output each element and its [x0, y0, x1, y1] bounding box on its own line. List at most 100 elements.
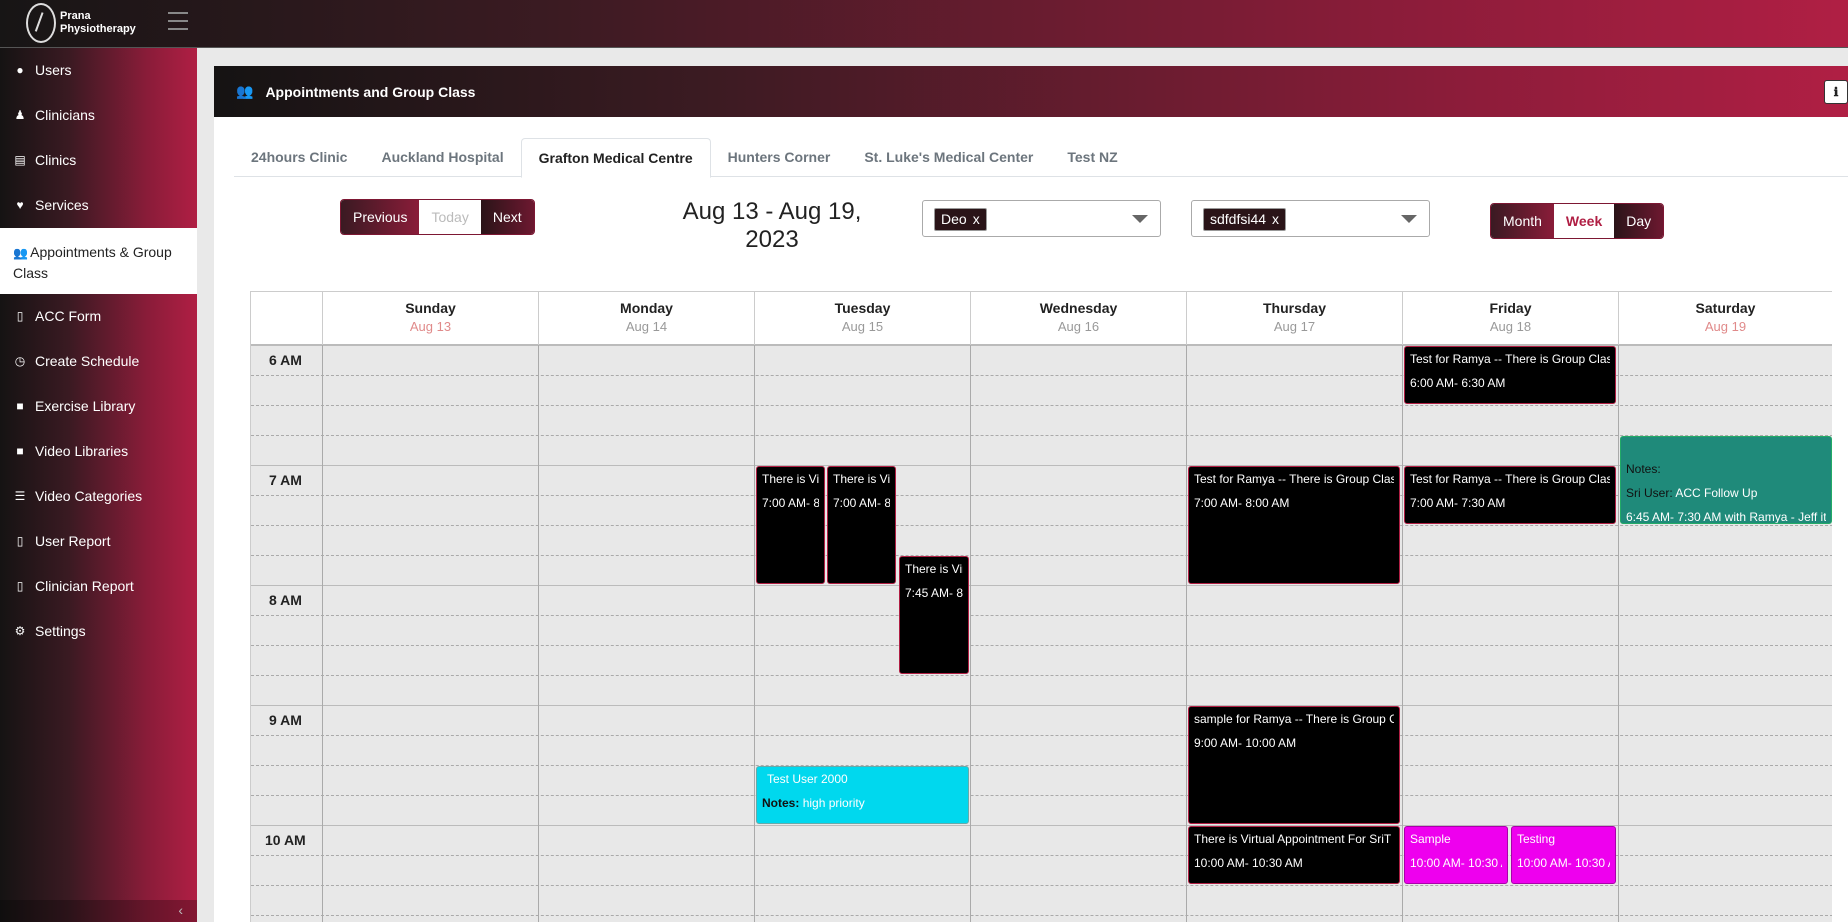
video-icon: ■	[16, 399, 24, 413]
brand-logo[interactable]: Prana Physiotherapy	[26, 3, 136, 43]
event-notes-line: Notes: high priority	[762, 796, 963, 810]
event-time: 7:00 AM- 8:00 AM	[1194, 496, 1290, 510]
time-grid[interactable]: 6 AM 7 AM 8 AM 9 AM 10 AM Test for Ramya…	[251, 345, 1832, 922]
heart-icon: ♥	[16, 198, 24, 212]
event-time: 7:00 AM- 8:0	[762, 496, 819, 510]
clinician-select[interactable]: Deo x	[922, 200, 1161, 237]
sidebar-item-appointments[interactable]: 👥 Appointments & Group Class	[0, 228, 197, 294]
day-header-monday: Monday Aug 14	[538, 292, 754, 345]
users-icon: 👥	[236, 83, 254, 99]
selected-chip: Deo x	[934, 208, 987, 231]
event-block[interactable]: There is Virt 7:00 AM- 8:0	[756, 466, 825, 584]
event-block[interactable]: There is Virt 7:45 AM- 8:4	[899, 556, 969, 674]
gear-icon: ⚙	[14, 624, 26, 638]
sidebar-item-label: Video Libraries	[35, 443, 129, 459]
event-title: Test User 2000	[767, 772, 848, 786]
event-title: Test for Ramya -- There is Group Class P	[1410, 472, 1610, 486]
view-week-button[interactable]: Week	[1553, 204, 1615, 238]
event-title: There is Virt	[833, 472, 890, 486]
tab-test-nz[interactable]: Test NZ	[1050, 138, 1134, 177]
event-title: There is Virt	[905, 562, 963, 576]
sidebar-collapse[interactable]: ‹	[0, 900, 197, 922]
chevron-down-icon[interactable]	[1132, 215, 1148, 223]
day-name: Monday	[620, 300, 673, 316]
previous-button[interactable]: Previous	[341, 200, 420, 234]
day-name: Saturday	[1695, 300, 1756, 316]
chip-label: Deo	[941, 211, 967, 227]
day-name: Tuesday	[834, 300, 891, 316]
event-time: 6:45 AM- 7:30 AM with Ramya - Jeff it	[1626, 510, 1826, 524]
sidebar-item-exercise-library[interactable]: ■ Exercise Library	[0, 384, 197, 429]
event-time: 7:00 AM- 7:30 AM	[1410, 496, 1506, 510]
nav-button-group: Previous Today Next	[340, 199, 535, 235]
service-select[interactable]: sdfdfsi44 x	[1191, 200, 1430, 237]
event-notes: high priority	[802, 796, 865, 810]
sidebar-item-video-libraries[interactable]: ■ Video Libraries	[0, 429, 197, 474]
event-block[interactable]: There is Virt 7:00 AM- 8:0	[827, 466, 896, 584]
event-block[interactable]: Notes: Sri User: ACC Follow Up 6:45 AM- …	[1620, 436, 1832, 524]
event-block[interactable]: Test for Ramya -- There is Group Class P…	[1404, 346, 1616, 404]
tab-auckland-hospital[interactable]: Auckland Hospital	[364, 138, 520, 177]
sidebar-item-label: ACC Form	[35, 308, 102, 324]
sidebar-item-users[interactable]: ● Users	[0, 48, 197, 93]
day-name: Friday	[1489, 300, 1532, 316]
selected-chip: sdfdfsi44 x	[1203, 208, 1287, 231]
event-time: 10:00 AM- 10:30 AM	[1410, 856, 1502, 870]
view-month-button[interactable]: Month	[1491, 204, 1554, 238]
brand-line-1: Prana	[60, 10, 91, 22]
event-block[interactable]: Test for Ramya -- There is Group Class P…	[1404, 466, 1616, 524]
grid-line	[251, 675, 1832, 676]
tab-24hours-clinic[interactable]: 24hours Clinic	[234, 138, 364, 177]
grid-column	[1186, 345, 1187, 922]
sidebar-item-settings[interactable]: ⚙ Settings	[0, 609, 197, 654]
tab-st-lukes[interactable]: St. Luke's Medical Center	[847, 138, 1050, 177]
next-button[interactable]: Next	[480, 200, 534, 234]
clock-icon: ◷	[14, 354, 26, 368]
hamburger-menu-icon[interactable]	[168, 12, 188, 30]
event-title: Testing	[1517, 832, 1556, 846]
day-date: Aug 16	[1057, 319, 1100, 334]
sidebar-item-label: Clinicians	[35, 107, 95, 123]
sidebar-item-acc-form[interactable]: ▯ ACC Form	[0, 294, 197, 339]
event-block[interactable]: There is Virtual Appointment For SriT w …	[1188, 826, 1400, 884]
today-button[interactable]: Today	[419, 200, 481, 234]
sidebar-item-label: Services	[35, 197, 89, 213]
event-block[interactable]: Test for Ramya -- There is Group Class P…	[1188, 466, 1400, 584]
sidebar-item-label-text: Appointments & Group Class	[13, 244, 172, 281]
event-block[interactable]: sample for Ramya -- There is Group Cla 9…	[1188, 706, 1400, 824]
event-time: 6:00 AM- 6:30 AM	[1410, 376, 1506, 390]
grid-line	[251, 705, 1832, 706]
sidebar-item-user-report[interactable]: ▯ User Report	[0, 519, 197, 564]
sidebar-item-clinics[interactable]: ▤ Clinics	[0, 138, 197, 183]
chip-label: sdfdfsi44	[1210, 211, 1267, 227]
sidebar-item-clinician-report[interactable]: ▯ Clinician Report	[0, 564, 197, 609]
event-title: There is Virt	[762, 472, 819, 486]
day-date: Aug 18	[1489, 319, 1532, 334]
grid-column	[970, 345, 971, 922]
grid-line	[251, 555, 1832, 556]
event-block[interactable]: Test User 2000 Notes: high priority	[756, 766, 969, 824]
time-label: 9 AM	[269, 712, 302, 728]
chip-remove-icon[interactable]: x	[973, 211, 980, 227]
sidebar-item-create-schedule[interactable]: ◷ Create Schedule	[0, 339, 197, 384]
building-icon: ▤	[14, 153, 26, 167]
user-circle-icon: ●	[16, 63, 24, 77]
day-header-wednesday: Wednesday Aug 16	[970, 292, 1186, 345]
event-block[interactable]: Testing 10:00 AM- 10:30 AM	[1511, 826, 1616, 884]
sidebar-item-services[interactable]: ♥ Services	[0, 183, 197, 228]
day-header-tuesday: Tuesday Aug 15	[754, 292, 970, 345]
list-icon: ☰	[14, 489, 26, 503]
grid-line	[251, 765, 1832, 766]
view-day-button[interactable]: Day	[1614, 204, 1664, 238]
chip-remove-icon[interactable]: x	[1272, 211, 1279, 227]
sidebar-item-clinicians[interactable]: ♟ Clinicians	[0, 93, 197, 138]
chevron-down-icon[interactable]	[1401, 215, 1417, 223]
user-md-icon: ♟	[14, 108, 26, 122]
info-icon[interactable]: ℹ	[1824, 80, 1848, 104]
sidebar-item-video-categories[interactable]: ☰ Video Categories	[0, 474, 197, 519]
tab-grafton-medical-centre[interactable]: Grafton Medical Centre	[520, 138, 711, 178]
event-block[interactable]: Sample 10:00 AM- 10:30 AM	[1404, 826, 1508, 884]
grid-line	[251, 885, 1832, 886]
tab-hunters-corner[interactable]: Hunters Corner	[711, 138, 848, 177]
grid-column	[322, 345, 323, 922]
